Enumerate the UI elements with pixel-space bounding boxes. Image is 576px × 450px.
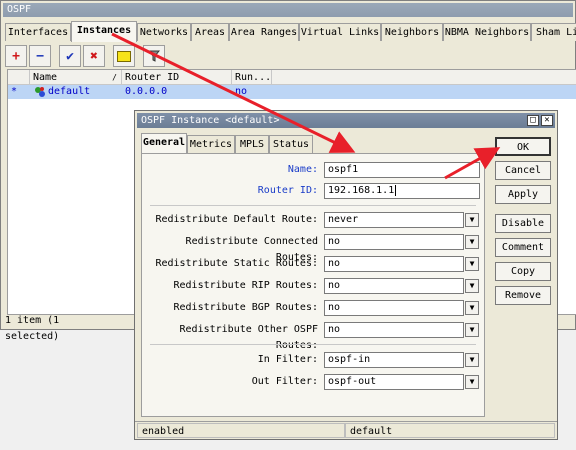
chevron-down-icon[interactable]: ▼ — [465, 301, 479, 315]
out-filter-label: Out Filter: — [251, 376, 318, 387]
column-name-label: Name — [33, 72, 58, 83]
router-id-value: 192.168.1.1 — [328, 185, 395, 196]
redistribute-static-select[interactable]: no — [324, 256, 464, 272]
close-icon[interactable]: ✕ — [541, 115, 553, 126]
tab-status[interactable]: Status — [269, 135, 313, 153]
in-filter-select[interactable]: ospf-in — [324, 352, 464, 368]
column-running[interactable]: Run... — [232, 70, 272, 85]
name-label: Name: — [287, 164, 318, 175]
maximize-icon[interactable]: □ — [527, 115, 539, 126]
chevron-down-icon[interactable]: ▼ — [465, 235, 479, 249]
redistribute-ospf-select[interactable]: no — [324, 322, 464, 338]
general-panel: Name: ospf1 Router ID: 192.168.1.1 Redis… — [141, 153, 485, 417]
tab-interfaces[interactable]: Interfaces — [5, 23, 71, 41]
toolbar: + − ✔ ✖ — [5, 45, 205, 67]
tab-nbma-neighbors[interactable]: NBMA Neighbors — [443, 23, 531, 41]
chevron-down-icon[interactable]: ▼ — [465, 213, 479, 227]
redistribute-rip-select[interactable]: no — [324, 278, 464, 294]
chevron-down-icon[interactable]: ▼ — [465, 353, 479, 367]
copy-button[interactable]: Copy — [495, 262, 551, 281]
out-filter-select[interactable]: ospf-out — [324, 374, 464, 390]
in-filter-label: In Filter: — [257, 354, 318, 365]
separator — [150, 344, 476, 345]
tab-sham-links[interactable]: Sham Li — [531, 23, 576, 41]
plus-icon[interactable]: + — [5, 45, 27, 67]
check-icon[interactable]: ✔ — [59, 45, 81, 67]
column-router-id[interactable]: Router ID — [122, 70, 232, 85]
chevron-down-icon[interactable]: ▼ — [465, 257, 479, 271]
instance-icon-shape — [35, 87, 45, 97]
status-bar: 1 item (1 selected) — [5, 315, 60, 342]
filter-icon-shape — [148, 50, 160, 62]
note-icon[interactable] — [113, 45, 135, 67]
table-row[interactable]: * default 0.0.0.0 no — [8, 85, 576, 99]
dialog-title: OSPF Instance <default> □ ✕ — [137, 113, 555, 128]
status-enabled: enabled — [137, 423, 345, 438]
dialog-status-bar: enabled default — [135, 421, 557, 439]
chevron-down-icon[interactable]: ▼ — [465, 375, 479, 389]
redistribute-bgp-label: Redistribute BGP Routes: — [173, 302, 319, 313]
redistribute-connected-select[interactable]: no — [324, 234, 464, 250]
tab-neighbors[interactable]: Neighbors — [381, 23, 443, 41]
row-router-id: 0.0.0.0 — [125, 86, 168, 97]
redistribute-static-label: Redistribute Static Routes: — [155, 258, 318, 269]
dialog-tabs: General Metrics MPLS Status — [141, 133, 491, 154]
tab-mpls[interactable]: MPLS — [235, 135, 269, 153]
redistribute-connected-label: Redistribute Connected Routes: — [185, 236, 318, 263]
column-name[interactable]: Name / — [30, 70, 122, 85]
x-icon[interactable]: ✖ — [83, 45, 105, 67]
tab-areas[interactable]: Areas — [191, 23, 229, 41]
chevron-down-icon[interactable]: ▼ — [465, 323, 479, 337]
redistribute-default-select[interactable]: never — [324, 212, 464, 228]
sort-icon: / — [112, 73, 117, 82]
column-flag — [8, 70, 30, 85]
row-name: default — [48, 86, 91, 97]
redistribute-rip-label: Redistribute RIP Routes: — [173, 280, 319, 291]
apply-button[interactable]: Apply — [495, 185, 551, 204]
status-instance: default — [345, 423, 555, 438]
tab-virtual-links[interactable]: Virtual Links — [299, 23, 381, 41]
tab-networks[interactable]: Networks — [137, 23, 191, 41]
router-id-field[interactable]: 192.168.1.1 — [324, 183, 480, 199]
name-field[interactable]: ospf1 — [324, 162, 480, 178]
redistribute-bgp-select[interactable]: no — [324, 300, 464, 316]
row-running: no — [235, 86, 248, 97]
dialog-title-text: OSPF Instance <default> — [141, 115, 280, 126]
remove-button[interactable]: Remove — [495, 286, 551, 305]
comment-button[interactable]: Comment — [495, 238, 551, 257]
note-icon-shape — [117, 50, 131, 62]
tab-bar: Interfaces Instances Networks Areas Area… — [5, 21, 576, 42]
instance-icon — [34, 85, 46, 99]
filter-icon[interactable] — [143, 45, 165, 67]
redistribute-default-label: Redistribute Default Route: — [155, 214, 318, 225]
ok-button[interactable]: OK — [495, 137, 551, 156]
router-id-label: Router ID: — [257, 185, 318, 196]
disable-button[interactable]: Disable — [495, 214, 551, 233]
tab-area-ranges[interactable]: Area Ranges — [229, 23, 299, 41]
tab-metrics[interactable]: Metrics — [187, 135, 235, 153]
text-cursor — [395, 184, 397, 196]
chevron-down-icon[interactable]: ▼ — [465, 279, 479, 293]
minus-icon[interactable]: − — [29, 45, 51, 67]
column-spacer — [272, 70, 576, 85]
ospf-instance-dialog: OSPF Instance <default> □ ✕ General Metr… — [134, 110, 558, 440]
tab-general[interactable]: General — [141, 133, 187, 154]
separator — [150, 205, 476, 206]
window-title: OSPF — [3, 3, 573, 17]
redistribute-ospf-label: Redistribute Other OSPF Routes: — [179, 324, 318, 351]
row-flag: * — [11, 86, 18, 97]
tab-instances[interactable]: Instances — [71, 21, 137, 42]
cancel-button[interactable]: Cancel — [495, 161, 551, 180]
